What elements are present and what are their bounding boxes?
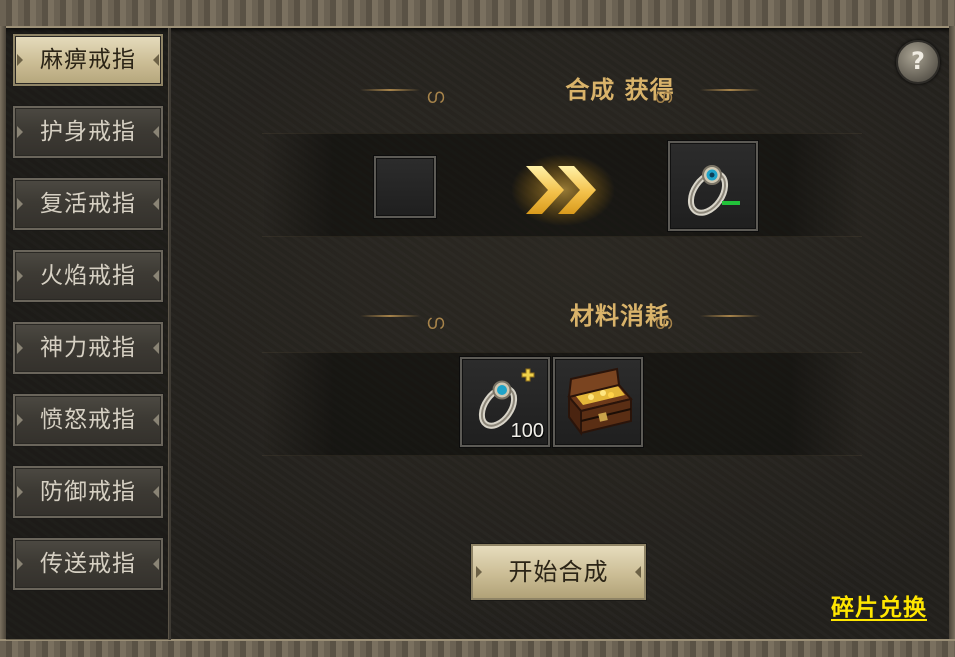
arrow-left-icon [17, 54, 23, 66]
ring-synthesis-window: 麻痹戒指 护身戒指 复活戒指 火焰戒指 神力戒指 愤怒戒指 防御戒指 传送戒指 … [0, 0, 955, 657]
materials-section-header: ഗ 材料消耗 ഗ [340, 298, 900, 334]
arrow-left-icon [17, 558, 23, 570]
source-item-slot[interactable] [374, 156, 436, 218]
ring-icon [687, 165, 740, 216]
arrow-left-icon [17, 126, 23, 138]
sidebar-item-label: 传送戒指 [40, 551, 136, 577]
material-slot-ring-fragment[interactable]: 100 [460, 357, 550, 447]
arrow-right-icon [153, 558, 159, 570]
sidebar-item-flame-ring[interactable]: 火焰戒指 [13, 250, 163, 302]
sidebar-item-revival-ring[interactable]: 复活戒指 [13, 178, 163, 230]
arrow-right-icon [153, 486, 159, 498]
arrow-right-icon [153, 342, 159, 354]
right-border [949, 26, 955, 641]
sidebar-item-protection-ring[interactable]: 护身戒指 [13, 106, 163, 158]
synthesis-section-header: ഗ 合成 获得 ഗ [340, 72, 900, 108]
arrow-right-icon [153, 270, 159, 282]
ring-category-sidebar: 麻痹戒指 护身戒指 复活戒指 火焰戒指 神力戒指 愤怒戒指 防御戒指 传送戒指 [6, 28, 171, 640]
material-slot-treasure-chest[interactable] [553, 357, 643, 447]
arrow-left-icon [17, 486, 23, 498]
sidebar-item-fury-ring[interactable]: 愤怒戒指 [13, 394, 163, 446]
sidebar-item-label: 复活戒指 [40, 191, 136, 217]
double-arrow-icon [511, 154, 615, 226]
sidebar-item-teleport-ring[interactable]: 传送戒指 [13, 538, 163, 590]
sidebar-item-paralysis-ring[interactable]: 麻痹戒指 [13, 34, 163, 86]
arrow-left-icon [17, 414, 23, 426]
arrow-right-icon [153, 198, 159, 210]
divider-line [700, 315, 760, 317]
fragment-exchange-link[interactable]: 碎片兑换 [831, 588, 927, 622]
bottom-ornament-border [0, 639, 955, 657]
start-synthesis-label: 开始合成 [508, 558, 609, 586]
arrow-left-icon [476, 566, 482, 578]
result-item-slot[interactable] [668, 141, 758, 231]
scroll-ornament-icon: ഗ [426, 310, 446, 334]
sidebar-item-label: 愤怒戒指 [40, 407, 136, 433]
arrow-right-icon [635, 566, 641, 578]
sidebar-item-label: 麻痹戒指 [40, 47, 136, 73]
arrow-right-icon [153, 126, 159, 138]
sidebar-item-defense-ring[interactable]: 防御戒指 [13, 466, 163, 518]
start-synthesis-button[interactable]: 开始合成 [471, 544, 646, 600]
treasure-chest-icon [567, 367, 633, 436]
arrow-left-icon [17, 270, 23, 282]
divider-line [360, 315, 420, 317]
sidebar-item-label: 防御戒指 [40, 479, 136, 505]
arrow-left-icon [17, 342, 23, 354]
sidebar-item-power-ring[interactable]: 神力戒指 [13, 322, 163, 374]
material-count: 100 [510, 420, 544, 442]
sidebar-item-label: 火焰戒指 [40, 263, 136, 289]
arrow-right-icon [153, 54, 159, 66]
divider-line [360, 89, 420, 91]
scroll-ornament-icon: ഗ [654, 84, 674, 108]
top-ornament-border [0, 0, 955, 28]
sidebar-item-label: 神力戒指 [40, 335, 136, 361]
arrow-right-icon [153, 414, 159, 426]
arrow-left-icon [17, 198, 23, 210]
divider-line [700, 89, 760, 91]
scroll-ornament-icon: ഗ [654, 310, 674, 334]
scroll-ornament-icon: ഗ [426, 84, 446, 108]
help-button[interactable]: ? [896, 40, 940, 84]
sidebar-item-label: 护身戒指 [40, 119, 136, 145]
